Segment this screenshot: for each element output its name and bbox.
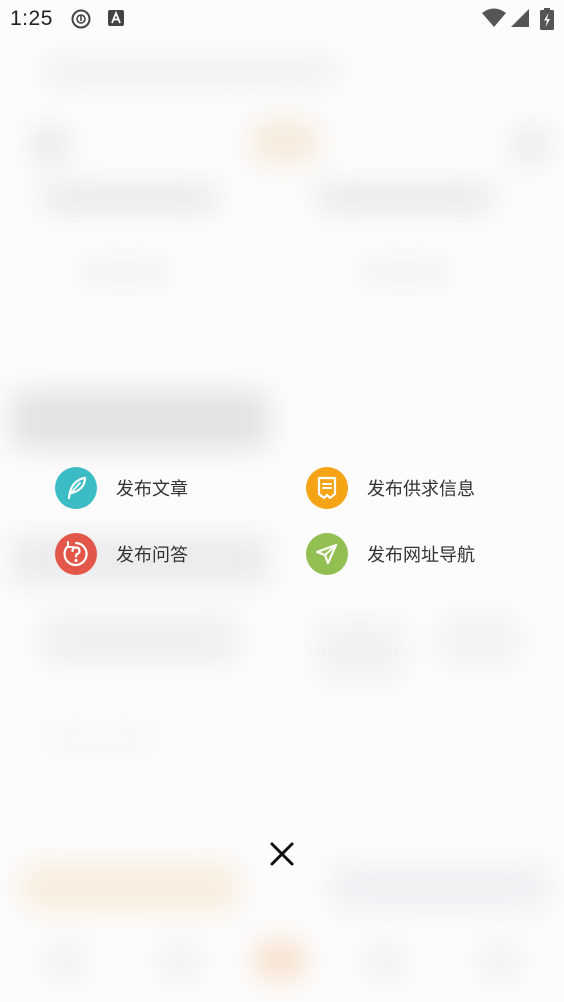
paper-plane-icon xyxy=(306,533,348,575)
publish-qa-button[interactable]: 发布问答 xyxy=(55,532,188,576)
wifi-icon xyxy=(481,8,507,32)
close-button[interactable] xyxy=(262,836,302,876)
signal-icon xyxy=(510,8,530,32)
publish-menu: 发布文章 发布供求信息 发布问答 发布网址导航 xyxy=(0,0,564,1002)
app-a-icon xyxy=(107,9,125,31)
battery-charging-icon xyxy=(540,8,554,34)
note-icon xyxy=(306,467,348,509)
status-bar: 1:25 xyxy=(0,0,564,38)
publish-url-nav-label: 发布网址导航 xyxy=(367,545,475,566)
publish-article-label: 发布文章 xyxy=(116,479,188,500)
publish-article-button[interactable]: 发布文章 xyxy=(55,466,188,510)
publish-supply-demand-label: 发布供求信息 xyxy=(367,479,475,500)
question-icon xyxy=(55,533,97,575)
publish-supply-demand-button[interactable]: 发布供求信息 xyxy=(306,466,475,510)
publish-qa-label: 发布问答 xyxy=(116,545,188,566)
media-disc-icon xyxy=(71,9,91,33)
feather-icon xyxy=(55,467,97,509)
publish-url-nav-button[interactable]: 发布网址导航 xyxy=(306,532,475,576)
status-time: 1:25 xyxy=(10,7,53,30)
close-icon xyxy=(269,841,295,871)
